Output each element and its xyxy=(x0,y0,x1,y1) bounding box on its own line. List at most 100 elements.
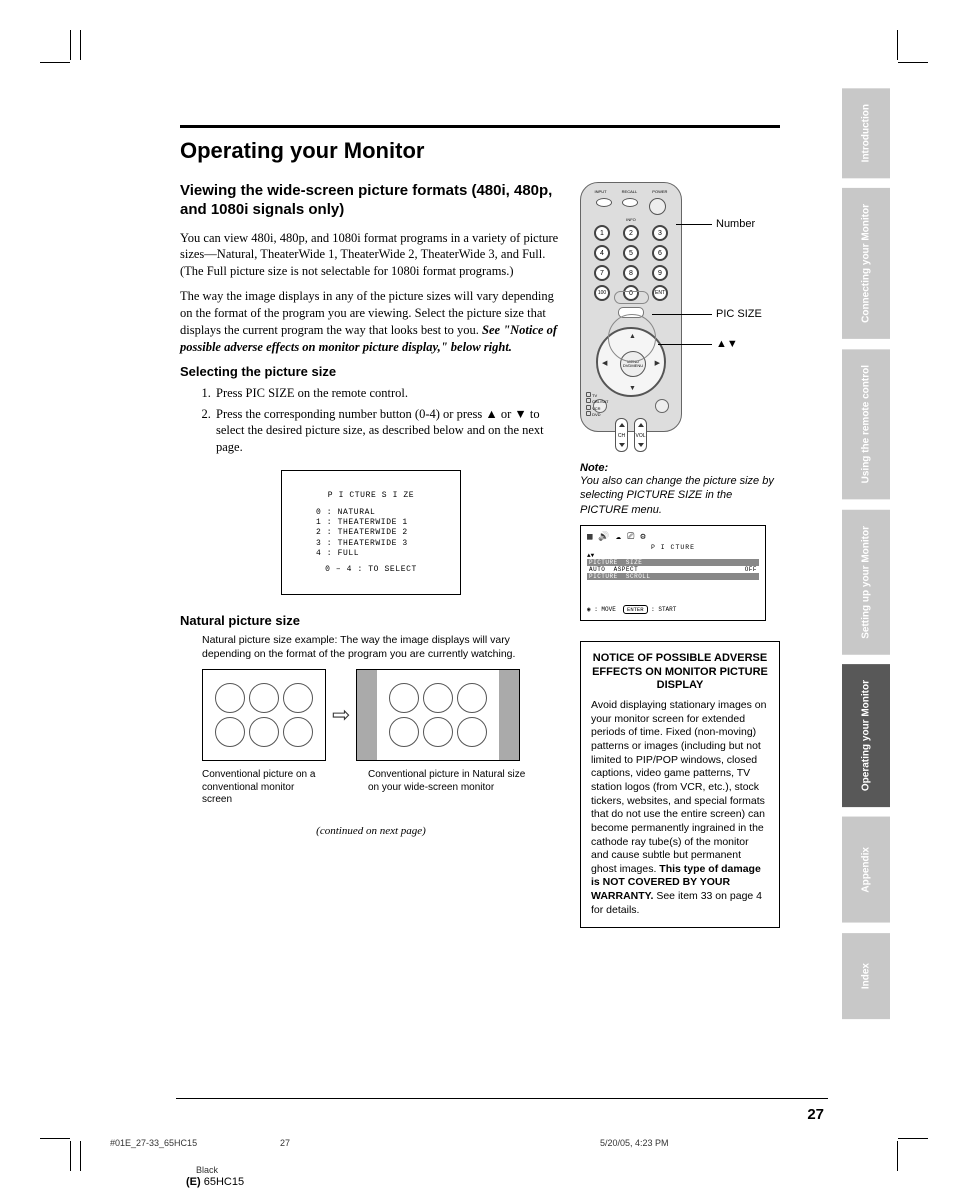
crop-mark xyxy=(898,1138,928,1139)
power-button xyxy=(649,198,666,215)
num-6: 6 xyxy=(652,245,668,261)
osd-picture-menu: ▦🔊☁⎚⚙ P I CTURE ▲▼ PICTURE SIZE AUTO ASP… xyxy=(580,525,766,621)
caption: Conventional picture in Natural size on … xyxy=(368,769,532,807)
osd-line: 0 : NATURAL xyxy=(316,508,426,518)
num-9: 9 xyxy=(652,265,668,281)
pillar-box xyxy=(499,670,519,760)
page-number-rule xyxy=(176,1098,828,1099)
section-heading: Viewing the wide-screen picture formats … xyxy=(180,182,562,220)
example-intro: Natural picture size example: The way th… xyxy=(202,634,547,661)
circle-icon xyxy=(249,717,279,747)
footer-file: #01E_27-33_65HC15 xyxy=(110,1138,280,1148)
crop-mark xyxy=(898,62,928,63)
body-paragraph: You can view 480i, 480p, and 1080i forma… xyxy=(180,230,562,281)
menu-row: PICTURE SCROLL xyxy=(587,573,759,580)
label: INFO xyxy=(626,217,636,222)
picture-examples: ⇨ xyxy=(202,669,562,761)
callout-line xyxy=(676,224,712,225)
side-tabs: Introduction Connecting your Monitor Usi… xyxy=(842,88,890,1029)
notice-body: Avoid displaying stationary images on yo… xyxy=(591,699,769,917)
menu-row: AUTO ASPECTOFF xyxy=(587,566,759,573)
corner-button xyxy=(655,399,669,413)
page-number: 27 xyxy=(807,1106,824,1123)
osd-picture-size: P I CTURE S I ZE 0 : NATURAL 1 : THEATER… xyxy=(281,470,461,595)
circle-icon xyxy=(283,717,313,747)
tab-remote: Using the remote control xyxy=(842,349,890,499)
arrow-left-icon: ◀ xyxy=(602,359,607,367)
caption: Conventional picture on a conventional m… xyxy=(202,769,326,807)
arrow-down-icon: ▼ xyxy=(629,384,636,392)
footer-date: 5/20/05, 4:23 PM xyxy=(600,1138,669,1148)
title-rule xyxy=(180,125,780,128)
sub-heading: Natural picture size xyxy=(180,613,562,628)
circle-icon xyxy=(389,683,419,713)
remote-illustration: INPUTRECALLPOWER INFO 123 456 789 1000EN… xyxy=(580,182,780,442)
arrow-right-icon: ⇨ xyxy=(332,702,350,728)
circle-icon xyxy=(457,683,487,713)
footer-color: Black xyxy=(196,1165,218,1175)
picture-icon: ▦ xyxy=(587,532,592,542)
num-5: 5 xyxy=(623,245,639,261)
arrow-right-icon: ▶ xyxy=(655,359,660,367)
tab-connecting: Connecting your Monitor xyxy=(842,188,890,339)
circle-icon xyxy=(423,717,453,747)
menu-footer: ◉ : MOVE ENTER : START xyxy=(587,605,676,614)
num-ent: ENT xyxy=(652,285,668,301)
num-8: 8 xyxy=(623,265,639,281)
continued-note: (continued on next page) xyxy=(180,825,562,837)
notice-title: NOTICE OF POSSIBLE ADVERSE EFFECTS ON MO… xyxy=(591,652,769,693)
pic-size-button xyxy=(618,307,644,318)
osd-line: 3 : THEATERWIDE 3 xyxy=(316,539,426,549)
tab-operating: Operating your Monitor xyxy=(842,664,890,807)
crop-mark xyxy=(80,1141,81,1171)
sub-heading: Selecting the picture size xyxy=(180,364,562,379)
callout-picsize: PIC SIZE xyxy=(716,308,762,320)
crop-mark xyxy=(70,30,71,60)
pillar-box xyxy=(357,670,377,760)
menu-button: MENUDVDMENU xyxy=(620,351,646,377)
circle-icon xyxy=(215,683,245,713)
osd-line: 2 : THEATERWIDE 2 xyxy=(316,528,426,538)
warranty-notice: NOTICE OF POSSIBLE ADVERSE EFFECTS ON MO… xyxy=(580,641,780,929)
num-1: 1 xyxy=(594,225,610,241)
menu-title: P I CTURE xyxy=(587,544,759,551)
audio-icon: 🔊 xyxy=(598,532,609,542)
osd-line: 1 : THEATERWIDE 1 xyxy=(316,518,426,528)
circle-icon xyxy=(457,717,487,747)
label: POWER xyxy=(652,189,667,194)
crop-mark xyxy=(40,62,70,63)
right-column: INPUTRECALLPOWER INFO 123 456 789 1000EN… xyxy=(580,182,780,928)
mode-leds: TV CBL/SAT VCR DVD xyxy=(586,392,609,417)
circle-icon xyxy=(283,683,313,713)
step-list: Press PIC SIZE on the remote control. Pr… xyxy=(214,385,562,457)
circle-icon xyxy=(389,717,419,747)
print-footer: #01E_27-33_65HC15 27 5/20/05, 4:23 PM xyxy=(110,1138,810,1148)
settings-icon: ☁ xyxy=(616,532,621,542)
osd-title: P I CTURE S I ZE xyxy=(316,491,426,501)
tools-icon: ⚙ xyxy=(640,532,645,542)
tab-index: Index xyxy=(842,933,890,1019)
menu-row-active: PICTURE SIZE xyxy=(587,559,759,566)
menu-icon-row: ▦ 🔊 ☁ ⎚ ⚙ xyxy=(587,532,759,542)
num-4: 4 xyxy=(594,245,610,261)
label: INPUT xyxy=(595,189,607,194)
tab-appendix: Appendix xyxy=(842,817,890,923)
crop-mark xyxy=(80,30,81,60)
crop-mark xyxy=(897,1141,898,1171)
tab-setup: Setting up your Monitor xyxy=(842,510,890,655)
remote-control: INPUTRECALLPOWER INFO 123 456 789 1000EN… xyxy=(580,182,682,432)
channel-rocker: CH xyxy=(615,418,628,452)
page-title: Operating your Monitor xyxy=(180,138,780,164)
crop-mark xyxy=(70,1141,71,1171)
number-pad: 123 456 789 1000ENT xyxy=(594,225,668,301)
body-paragraph: The way the image displays in any of the… xyxy=(180,288,562,356)
circle-icon xyxy=(215,717,245,747)
callout-number: Number xyxy=(716,218,755,230)
num-2: 2 xyxy=(623,225,639,241)
num-7: 7 xyxy=(594,265,610,281)
recall-button xyxy=(622,198,638,207)
left-column: Viewing the wide-screen picture formats … xyxy=(180,182,562,928)
input-icon: ⎚ xyxy=(627,532,634,542)
model-number: (E) 65HC15 xyxy=(186,1176,244,1188)
circle-icon xyxy=(423,683,453,713)
